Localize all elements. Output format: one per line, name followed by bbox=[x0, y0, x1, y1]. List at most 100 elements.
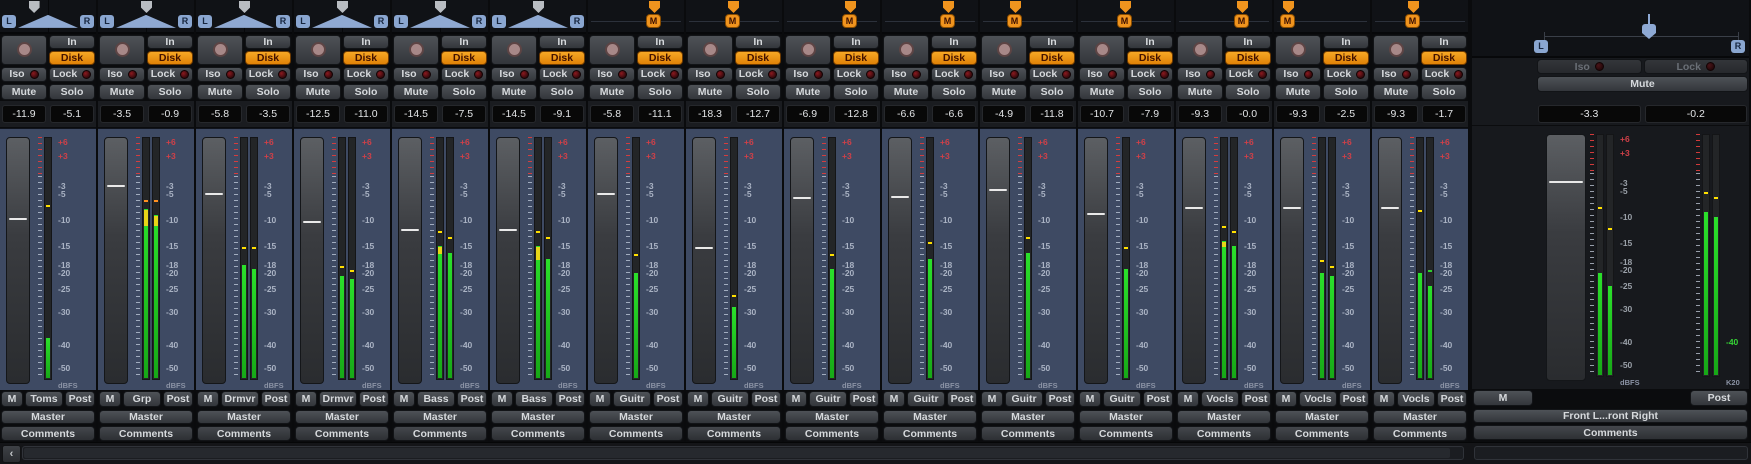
disk-button[interactable]: Disk bbox=[735, 50, 781, 65]
record-arm-button[interactable] bbox=[1079, 34, 1125, 65]
peak-value[interactable]: -7.9 bbox=[1128, 104, 1172, 123]
track-name-button[interactable]: Vocls bbox=[1299, 391, 1337, 408]
fader-cap[interactable] bbox=[107, 184, 125, 187]
disk-button[interactable]: Disk bbox=[1029, 50, 1075, 65]
mute-button[interactable]: Mute bbox=[883, 83, 929, 100]
mute-button[interactable]: Mute bbox=[491, 83, 537, 100]
fader-value[interactable]: -6.9 bbox=[786, 104, 830, 123]
solo-button[interactable]: Solo bbox=[931, 83, 977, 100]
track-name-button[interactable]: Toms bbox=[25, 391, 63, 408]
pan-slider[interactable]: LR bbox=[490, 0, 586, 34]
comments-button[interactable]: Comments bbox=[99, 426, 193, 442]
pan-left-wedge-icon[interactable] bbox=[214, 14, 244, 28]
input-monitor-button[interactable]: In bbox=[441, 34, 487, 49]
lock-button[interactable]: Lock bbox=[343, 66, 389, 82]
peak-value[interactable]: -7.5 bbox=[442, 104, 486, 123]
lock-button[interactable]: Lock bbox=[539, 66, 585, 82]
comments-button[interactable]: Comments bbox=[687, 426, 781, 442]
disk-button[interactable]: Disk bbox=[1323, 50, 1369, 65]
input-monitor-button[interactable]: In bbox=[147, 34, 193, 49]
mono-pan-pointer-icon[interactable] bbox=[728, 1, 739, 13]
pan-left-wedge-icon[interactable] bbox=[18, 14, 48, 28]
mute-button[interactable]: Mute bbox=[981, 83, 1027, 100]
post-button[interactable]: Post bbox=[457, 391, 487, 408]
record-arm-button[interactable] bbox=[785, 34, 831, 65]
input-monitor-button[interactable]: In bbox=[1127, 34, 1173, 49]
mono-pan-pointer-icon[interactable] bbox=[1283, 1, 1294, 13]
iso-button[interactable]: Iso bbox=[491, 66, 537, 82]
mini-m-button[interactable]: M bbox=[99, 391, 121, 408]
comments-button[interactable]: Comments bbox=[1373, 426, 1467, 442]
mute-button[interactable]: Mute bbox=[1, 83, 47, 100]
fader[interactable] bbox=[1378, 136, 1402, 384]
mini-m-button[interactable]: M bbox=[981, 391, 1003, 408]
master-iso-button[interactable]: Iso bbox=[1537, 59, 1642, 74]
fader[interactable] bbox=[986, 136, 1010, 384]
peak-value[interactable]: -5.1 bbox=[50, 104, 94, 123]
disk-button[interactable]: Disk bbox=[441, 50, 487, 65]
track-name-button[interactable]: Vocls bbox=[1397, 391, 1435, 408]
fader-value[interactable]: -10.7 bbox=[1080, 104, 1124, 123]
iso-button[interactable]: Iso bbox=[687, 66, 733, 82]
mini-m-button[interactable]: M bbox=[1373, 391, 1395, 408]
master-pan-slider[interactable]: L R bbox=[1472, 0, 1749, 58]
solo-button[interactable]: Solo bbox=[1127, 83, 1173, 100]
post-button[interactable]: Post bbox=[1241, 391, 1271, 408]
fader[interactable] bbox=[104, 136, 128, 384]
fader-cap[interactable] bbox=[989, 188, 1007, 191]
pan-right-wedge-icon[interactable] bbox=[146, 14, 176, 28]
post-button[interactable]: Post bbox=[359, 391, 389, 408]
record-arm-button[interactable] bbox=[1275, 34, 1321, 65]
fader[interactable] bbox=[1182, 136, 1206, 384]
track-name-button[interactable]: Guitr bbox=[711, 391, 749, 408]
output-assign-button[interactable]: Master bbox=[981, 410, 1075, 425]
track-name-button[interactable]: Drmvr bbox=[319, 391, 357, 408]
iso-button[interactable]: Iso bbox=[1373, 66, 1419, 82]
output-assign-button[interactable]: Master bbox=[1079, 410, 1173, 425]
solo-button[interactable]: Solo bbox=[539, 83, 585, 100]
lock-button[interactable]: Lock bbox=[1029, 66, 1075, 82]
output-assign-button[interactable]: Master bbox=[393, 410, 487, 425]
track-name-button[interactable]: Bass bbox=[417, 391, 455, 408]
lock-button[interactable]: Lock bbox=[147, 66, 193, 82]
pan-slider[interactable]: M bbox=[1372, 0, 1468, 34]
track-name-button[interactable]: Guitr bbox=[809, 391, 847, 408]
lock-button[interactable]: Lock bbox=[1225, 66, 1271, 82]
pan-right-wedge-icon[interactable] bbox=[342, 14, 372, 28]
record-arm-button[interactable] bbox=[1, 34, 47, 65]
input-monitor-button[interactable]: In bbox=[931, 34, 977, 49]
lock-button[interactable]: Lock bbox=[1323, 66, 1369, 82]
pan-pointer-icon[interactable] bbox=[239, 1, 250, 13]
pan-pointer-icon[interactable] bbox=[533, 1, 544, 13]
mute-button[interactable]: Mute bbox=[295, 83, 341, 100]
peak-value[interactable]: -11.0 bbox=[344, 104, 388, 123]
mini-m-button[interactable]: M bbox=[1079, 391, 1101, 408]
master-comments-button[interactable]: Comments bbox=[1473, 425, 1748, 440]
post-button[interactable]: Post bbox=[947, 391, 977, 408]
lock-button[interactable]: Lock bbox=[1421, 66, 1467, 82]
pan-left-wedge-icon[interactable] bbox=[312, 14, 342, 28]
track-name-button[interactable]: Drmvr bbox=[221, 391, 259, 408]
mini-m-button[interactable]: M bbox=[295, 391, 317, 408]
fader-cap[interactable] bbox=[401, 228, 419, 231]
track-name-button[interactable]: Grp bbox=[123, 391, 161, 408]
input-monitor-button[interactable]: In bbox=[1225, 34, 1271, 49]
comments-button[interactable]: Comments bbox=[197, 426, 291, 442]
output-assign-button[interactable]: Master bbox=[1275, 410, 1369, 425]
fader-value[interactable]: -14.5 bbox=[492, 104, 536, 123]
record-arm-button[interactable] bbox=[1177, 34, 1223, 65]
mute-button[interactable]: Mute bbox=[197, 83, 243, 100]
solo-button[interactable]: Solo bbox=[1029, 83, 1075, 100]
peak-value[interactable]: -0.0 bbox=[1226, 104, 1270, 123]
mute-button[interactable]: Mute bbox=[687, 83, 733, 100]
comments-button[interactable]: Comments bbox=[1079, 426, 1173, 442]
mono-pan-pointer-icon[interactable] bbox=[943, 1, 954, 13]
post-button[interactable]: Post bbox=[261, 391, 291, 408]
fader-cap[interactable] bbox=[9, 217, 27, 220]
mini-m-button[interactable]: M bbox=[491, 391, 513, 408]
mute-button[interactable]: Mute bbox=[99, 83, 145, 100]
post-button[interactable]: Post bbox=[653, 391, 683, 408]
fader-cap[interactable] bbox=[1185, 206, 1203, 209]
disk-button[interactable]: Disk bbox=[245, 50, 291, 65]
post-button[interactable]: Post bbox=[163, 391, 193, 408]
